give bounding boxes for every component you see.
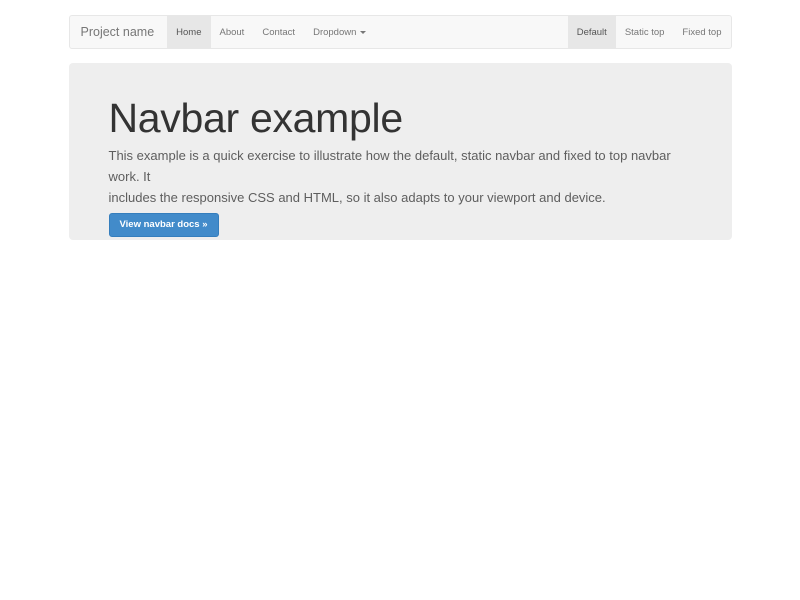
nav-item-contact[interactable]: Contact <box>253 16 304 48</box>
navbar-brand[interactable]: Project name <box>70 16 168 48</box>
nav-item-label: Home <box>176 27 201 38</box>
nav-item-about[interactable]: About <box>211 16 254 48</box>
nav-item-label: Dropdown <box>313 27 356 38</box>
view-navbar-docs-button[interactable]: View navbar docs » <box>109 213 219 237</box>
description-line: This example is a quick exercise to illu… <box>109 145 692 187</box>
nav-item-label: About <box>220 27 245 38</box>
nav-item-dropdown[interactable]: Dropdown <box>304 16 375 48</box>
nav-item-default[interactable]: Default <box>568 16 616 48</box>
nav-item-static-top[interactable]: Static top <box>616 16 674 48</box>
jumbotron: Navbar example This example is a quick e… <box>69 63 732 240</box>
page: Project name Home About Contact Dropdown… <box>0 0 800 600</box>
jumbotron-description: This example is a quick exercise to illu… <box>109 145 692 208</box>
caret-down-icon <box>360 31 366 34</box>
navbar-nav-left: Home About Contact Dropdown <box>167 16 375 48</box>
page-title: Navbar example <box>109 97 692 140</box>
nav-item-label: Default <box>577 27 607 38</box>
navbar: Project name Home About Contact Dropdown… <box>69 15 732 49</box>
navbar-nav-right: Default Static top Fixed top <box>568 16 731 48</box>
description-line: includes the responsive CSS and HTML, so… <box>109 187 692 208</box>
nav-item-label: Fixed top <box>682 27 721 38</box>
nav-item-fixed-top[interactable]: Fixed top <box>673 16 730 48</box>
nav-item-home[interactable]: Home <box>167 16 210 48</box>
nav-item-label: Static top <box>625 27 665 38</box>
nav-item-label: Contact <box>262 27 295 38</box>
